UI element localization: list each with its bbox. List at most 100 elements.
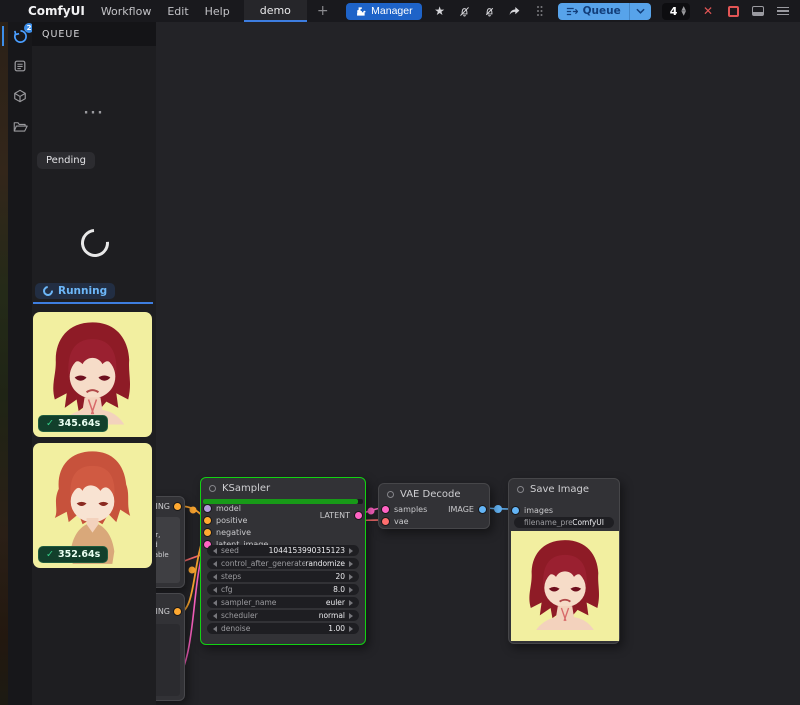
drag-dots-glyph [536,5,543,17]
decrement-icon[interactable] [213,561,217,567]
save-image-header[interactable]: Save Image [509,479,619,498]
sidebar-tab-model-library[interactable] [10,86,30,106]
port-label: IMAGE [448,505,474,514]
denoise-widget[interactable]: denoise1.00 [207,623,359,634]
increment-icon[interactable] [349,600,353,606]
port-label: model [216,504,241,513]
job-duration-badge: ✓ 352.64s [38,546,108,563]
image-output-dot[interactable] [479,506,486,513]
images-port-dot[interactable] [512,507,519,514]
bell-slash-icon[interactable] [458,4,472,18]
bell-slash-glyph [483,5,496,18]
anime-girl-image [511,531,619,641]
ksampler-widgets: seed1044153990315123 control_after_gener… [207,545,359,634]
decrement-icon[interactable] [213,600,217,606]
output-latent[interactable]: LATENT [320,510,362,520]
decrement-icon[interactable] [213,626,217,632]
conditioning-port-dot[interactable] [174,608,181,615]
save-image-node[interactable]: Save Image images filename_prefix ComfyU… [508,478,620,644]
increment-icon[interactable] [349,561,353,567]
sidebar-tab-queue[interactable]: 2 [10,26,30,46]
drag-handle-icon[interactable] [533,4,547,18]
model-port-dot[interactable] [204,505,211,512]
port-label: LATENT [320,511,350,520]
running-spinner-icon [41,284,55,298]
manager-button[interactable]: Manager [346,3,421,20]
queue-options-dropdown[interactable] [629,3,651,20]
comfyui-app: NING th lor, ed itable NING KSampler [0,0,800,705]
positive-port-dot[interactable] [204,517,211,524]
port-label: samples [394,505,427,514]
steps-widget[interactable]: steps20 [207,571,359,582]
pending-section-label: Pending [37,152,95,169]
wire-midpoint-dot[interactable] [368,508,375,515]
desktop-background-strip [0,22,8,705]
input-vae[interactable]: vae [382,516,409,526]
queue-job-thumbnail[interactable]: ✓ 352.64s [33,443,152,568]
vae-port-dot[interactable] [382,518,389,525]
filename-prefix-widget[interactable]: filename_prefix ComfyUI [514,517,614,528]
stop-button[interactable] [726,4,740,18]
share-icon[interactable] [508,4,522,18]
cube-icon [13,89,27,103]
stepper-arrows[interactable]: ▲▼ [681,6,686,16]
queue-more-indicator[interactable]: ··· [32,106,156,121]
wire-midpoint-dot[interactable] [494,505,502,513]
increment-icon[interactable] [349,626,353,632]
sidebar-tab-workflows[interactable] [10,116,30,136]
decrement-icon[interactable] [213,548,217,554]
sidebar-tab-logs[interactable] [10,56,30,76]
clear-queue-button[interactable]: ✕ [701,4,715,18]
ksampler-node[interactable]: KSampler model positive negative latent_… [200,477,366,645]
queue-sidebar-panel: QUEUE ··· Pending Running ✓ 345.64s [32,22,156,705]
decrement-icon[interactable] [213,587,217,593]
collapse-dot-icon[interactable] [517,486,524,493]
collapse-dot-icon[interactable] [387,491,394,498]
sampler-name-widget[interactable]: sampler_nameeuler [207,597,359,608]
increment-icon[interactable] [349,587,353,593]
batch-count-stepper[interactable]: 4 ▲▼ [662,3,690,20]
latent-output-dot[interactable] [355,512,362,519]
menu-help[interactable]: Help [205,5,230,18]
queue-job-thumbnail[interactable]: ✓ 345.64s [33,312,152,437]
menu-edit[interactable]: Edit [167,5,188,18]
wire-midpoint-dot[interactable] [190,507,197,514]
vae-decode-node[interactable]: VAE Decode samples vae IMAGE [378,483,490,529]
bottom-panel-icon [752,6,764,16]
new-workflow-tab-button[interactable]: + [317,3,329,19]
queue-run-button[interactable]: Queue [558,3,629,20]
conditioning-port-dot[interactable] [174,503,181,510]
vae-decode-header[interactable]: VAE Decode [379,484,489,503]
negative-port-dot[interactable] [204,529,211,536]
increment-icon[interactable] [349,574,353,580]
seed-widget[interactable]: seed1044153990315123 [207,545,359,556]
scheduler-widget[interactable]: schedulernormal [207,610,359,621]
main-menu-button[interactable] [776,4,790,18]
increment-icon[interactable] [349,613,353,619]
decrement-icon[interactable] [213,613,217,619]
output-image[interactable]: IMAGE [448,504,486,514]
workflow-tab-demo[interactable]: demo [244,0,307,22]
samples-port-dot[interactable] [382,506,389,513]
input-model[interactable]: model [204,503,241,513]
input-positive[interactable]: positive [204,515,247,525]
input-negative[interactable]: negative [204,527,251,537]
collapse-dot-icon[interactable] [209,485,216,492]
ksampler-header[interactable]: KSampler [201,478,365,497]
cfg-widget[interactable]: cfg8.0 [207,584,359,595]
decrement-icon[interactable] [213,574,217,580]
input-samples[interactable]: samples [382,504,427,514]
wire-midpoint-dot[interactable] [189,567,196,574]
comfyui-logo[interactable]: ComfyUI [28,4,85,18]
control-after-generate-widget[interactable]: control_after_generaterandomize [207,558,359,569]
star-icon[interactable]: ★ [433,4,447,18]
share-arrow-glyph [508,5,521,17]
menu-workflow[interactable]: Workflow [101,5,152,18]
input-images[interactable]: images [512,505,553,515]
bell-slash-glyph [458,5,471,18]
bell-slash-alt-icon[interactable] [483,4,497,18]
job-duration-badge: ✓ 345.64s [38,415,108,432]
increment-icon[interactable] [349,548,353,554]
generated-image-preview[interactable] [511,531,619,641]
bottom-panel-toggle[interactable] [751,4,765,18]
